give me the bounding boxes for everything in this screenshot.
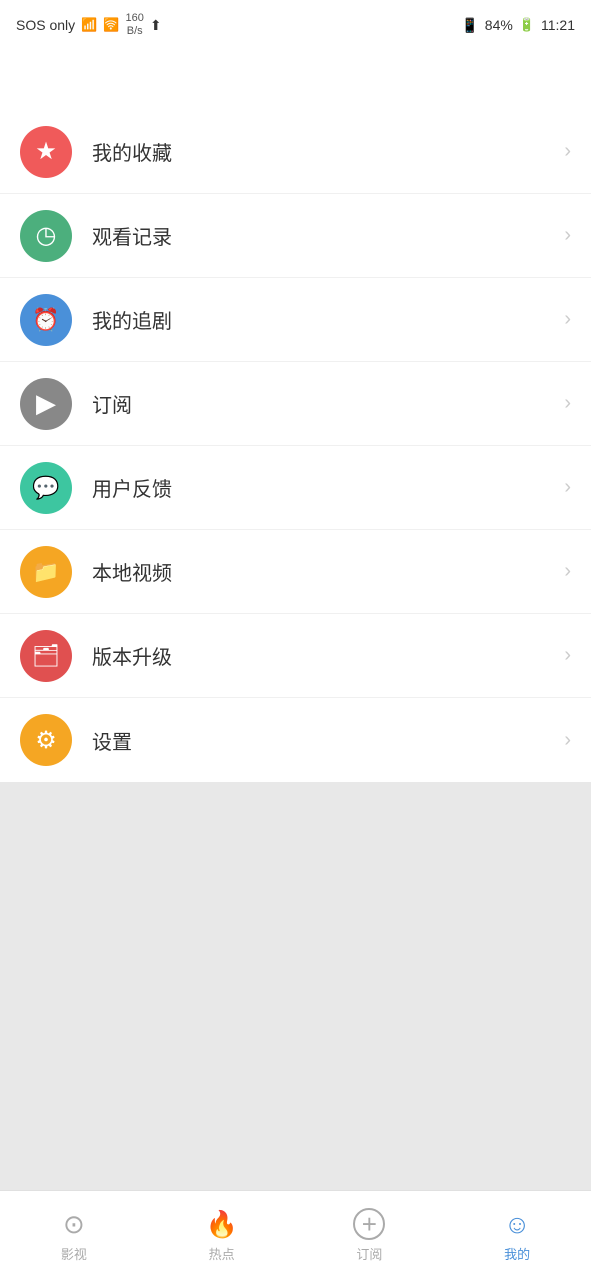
nav-item-movies[interactable]: ⊙ 影视 xyxy=(0,1191,148,1280)
menu-item-localvideo[interactable]: 📁 本地视频 › xyxy=(0,530,591,614)
speed-text: 160B/s xyxy=(126,12,144,38)
time-display: 11:21 xyxy=(541,17,575,33)
settings-label: 设置 xyxy=(92,726,564,755)
upload-icon: ⬆ xyxy=(150,17,162,34)
localvideo-arrow: › xyxy=(564,560,571,583)
mine-nav-icon: ☺ xyxy=(504,1209,531,1240)
battery-percent: 84% xyxy=(485,17,513,33)
menu-item-feedback[interactable]: 💬 用户反馈 › xyxy=(0,446,591,530)
favorites-label: 我的收藏 xyxy=(92,137,564,166)
signal-icon: 📶 xyxy=(81,17,97,33)
subscribe-arrow: › xyxy=(564,392,571,415)
status-left: SOS only 📶 🛜 160B/s ⬆ xyxy=(16,12,162,38)
following-arrow: › xyxy=(564,308,571,331)
hotspot-nav-label: 热点 xyxy=(209,1244,235,1263)
menu-item-following[interactable]: ⏰ 我的追剧 › xyxy=(0,278,591,362)
menu-item-favorites[interactable]: ★ 我的收藏 › xyxy=(0,110,591,194)
header-spacer xyxy=(0,50,591,110)
following-icon: ⏰ xyxy=(20,294,72,346)
menu-item-history[interactable]: ◷ 观看记录 › xyxy=(0,194,591,278)
history-icon: ◷ xyxy=(20,210,72,262)
update-label: 版本升级 xyxy=(92,641,564,670)
mine-nav-label: 我的 xyxy=(504,1244,530,1263)
status-bar: SOS only 📶 🛜 160B/s ⬆ 📱 84% 🔋 11:21 xyxy=(0,0,591,50)
nav-item-hotspot[interactable]: 🔥 热点 xyxy=(148,1191,296,1280)
feedback-label: 用户反馈 xyxy=(92,473,564,502)
update-icon: 🗂 xyxy=(20,630,72,682)
localvideo-label: 本地视频 xyxy=(92,557,564,586)
localvideo-icon: 📁 xyxy=(20,546,72,598)
hotspot-nav-icon: 🔥 xyxy=(205,1209,237,1240)
following-label: 我的追剧 xyxy=(92,305,564,334)
sim-icon: 📱 xyxy=(461,17,478,34)
subscribe-label: 订阅 xyxy=(92,389,564,418)
movies-nav-label: 影视 xyxy=(61,1244,87,1263)
gray-area xyxy=(0,782,591,1190)
history-label: 观看记录 xyxy=(92,221,564,250)
battery-icon: 🔋 xyxy=(519,17,535,33)
sos-text: SOS only xyxy=(16,17,75,33)
favorites-icon: ★ xyxy=(20,126,72,178)
subscribe-nav-label: 订阅 xyxy=(356,1244,382,1263)
favorites-arrow: › xyxy=(564,140,571,163)
subscribe-icon: ▶ xyxy=(20,378,72,430)
movies-nav-icon: ⊙ xyxy=(63,1209,85,1240)
subscribe-nav-icon: + xyxy=(353,1208,385,1240)
menu-item-update[interactable]: 🗂 版本升级 › xyxy=(0,614,591,698)
status-right: 📱 84% 🔋 11:21 xyxy=(461,17,575,34)
nav-item-subscribe[interactable]: + 订阅 xyxy=(296,1191,444,1280)
menu-item-subscribe[interactable]: ▶ 订阅 › xyxy=(0,362,591,446)
bottom-nav: ⊙ 影视 🔥 热点 + 订阅 ☺ 我的 xyxy=(0,1190,591,1280)
feedback-arrow: › xyxy=(564,476,571,499)
settings-arrow: › xyxy=(564,729,571,752)
wifi-icon: 🛜 xyxy=(103,17,119,33)
nav-item-mine[interactable]: ☺ 我的 xyxy=(443,1191,591,1280)
history-arrow: › xyxy=(564,224,571,247)
menu-list: ★ 我的收藏 › ◷ 观看记录 › ⏰ 我的追剧 › ▶ 订阅 › 💬 用户反馈… xyxy=(0,110,591,782)
settings-icon: ⚙ xyxy=(20,714,72,766)
menu-item-settings[interactable]: ⚙ 设置 › xyxy=(0,698,591,782)
update-arrow: › xyxy=(564,644,571,667)
feedback-icon: 💬 xyxy=(20,462,72,514)
